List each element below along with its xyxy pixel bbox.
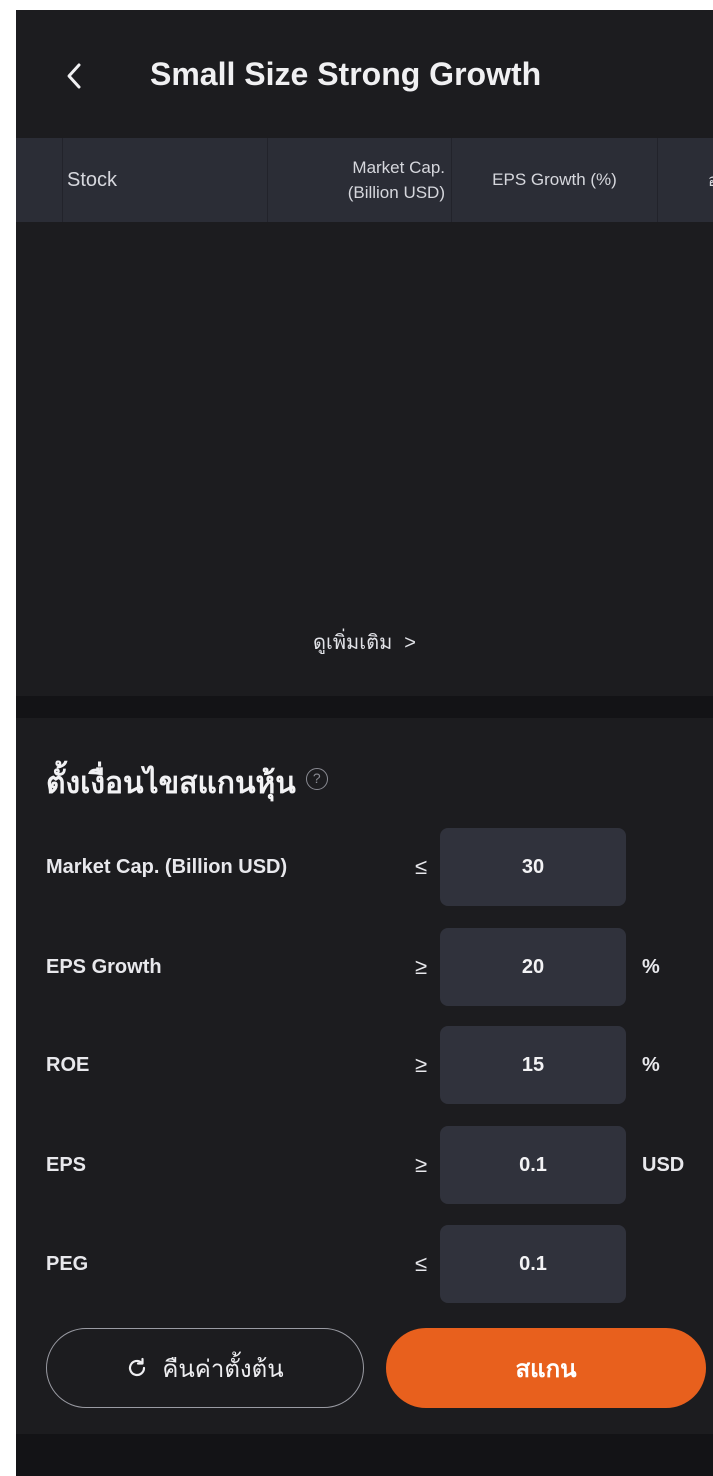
- top-margin: [0, 0, 713, 10]
- chevron-right-icon: >: [404, 632, 416, 654]
- column-header-stock[interactable]: Stock: [62, 138, 268, 222]
- eps-growth-input[interactable]: 20: [440, 928, 626, 1006]
- criteria-row-eps-growth: EPS Growth ≥ 20 %: [16, 928, 713, 1006]
- peg-input[interactable]: 0.1: [440, 1225, 626, 1303]
- criteria-row-roe: ROE ≥ 15 %: [16, 1026, 713, 1104]
- criteria-unit: USD: [642, 1153, 685, 1176]
- reset-button[interactable]: คืนค่าตั้งต้น: [46, 1328, 364, 1408]
- criteria-operator: ≥: [414, 1052, 428, 1077]
- table-header: Stock Market Cap. (Billion USD) EPS Grow…: [16, 138, 713, 222]
- screener-title-text: ตั้งเงื่อนไขสแกนหุ้น: [46, 767, 296, 800]
- criteria-unit: %: [642, 1053, 660, 1076]
- screener-title: ตั้งเงื่อนไขสแกนหุ้น: [46, 760, 328, 807]
- reset-button-label: คืนค่าตั้งต้น: [162, 1355, 284, 1383]
- refresh-icon: [129, 1357, 146, 1377]
- column-header-market-cap-line1: Market Cap.: [352, 158, 445, 177]
- roe-input[interactable]: 15: [440, 1026, 626, 1104]
- table-body: [16, 222, 713, 696]
- left-margin: [0, 0, 16, 1476]
- bottom-bar: [16, 1434, 713, 1476]
- chevron-left-icon[interactable]: [56, 54, 92, 98]
- criteria-row-market-cap: Market Cap. (Billion USD) ≤ 30: [16, 828, 713, 906]
- criteria-label: Market Cap. (Billion USD): [46, 855, 288, 878]
- criteria-row-peg: PEG ≤ 0.1: [16, 1225, 713, 1303]
- scan-button[interactable]: สแกน: [386, 1328, 706, 1408]
- column-header-eps-growth[interactable]: EPS Growth (%): [452, 138, 658, 222]
- column-header-next[interactable]: อ: [658, 138, 713, 222]
- criteria-operator: ≤: [414, 1251, 428, 1276]
- app-screen: Small Size Strong Growth Stock Market Ca…: [16, 10, 713, 1476]
- criteria-label: EPS Growth: [46, 955, 162, 978]
- see-more-link[interactable]: ดูเพิ่มเติม >: [16, 626, 713, 658]
- criteria-operator: ≥: [414, 954, 428, 979]
- criteria-label: EPS: [46, 1153, 87, 1176]
- criteria-label: PEG: [46, 1252, 89, 1275]
- screener-panel: ตั้งเงื่อนไขสแกนหุ้น Market Cap. (Billio…: [16, 718, 713, 1434]
- info-circle-icon[interactable]: [305, 768, 328, 790]
- see-more-label: ดูเพิ่มเติม: [313, 632, 393, 654]
- criteria-operator: ≥: [414, 1152, 428, 1177]
- criteria-row-eps: EPS ≥ 0.1 USD: [16, 1126, 713, 1204]
- header: Small Size Strong Growth: [16, 10, 713, 138]
- criteria-label: ROE: [46, 1053, 90, 1076]
- section-divider: [16, 696, 713, 718]
- scan-button-label: สแกน: [515, 1355, 577, 1383]
- column-header-market-cap-line2: (Billion USD): [347, 183, 445, 202]
- market-cap-input[interactable]: 30: [440, 828, 626, 906]
- eps-input[interactable]: 0.1: [440, 1126, 626, 1204]
- criteria-unit: %: [642, 955, 660, 978]
- column-header-market-cap[interactable]: Market Cap. (Billion USD): [268, 138, 452, 222]
- page-title: Small Size Strong Growth: [150, 56, 542, 92]
- criteria-operator: ≤: [414, 854, 428, 879]
